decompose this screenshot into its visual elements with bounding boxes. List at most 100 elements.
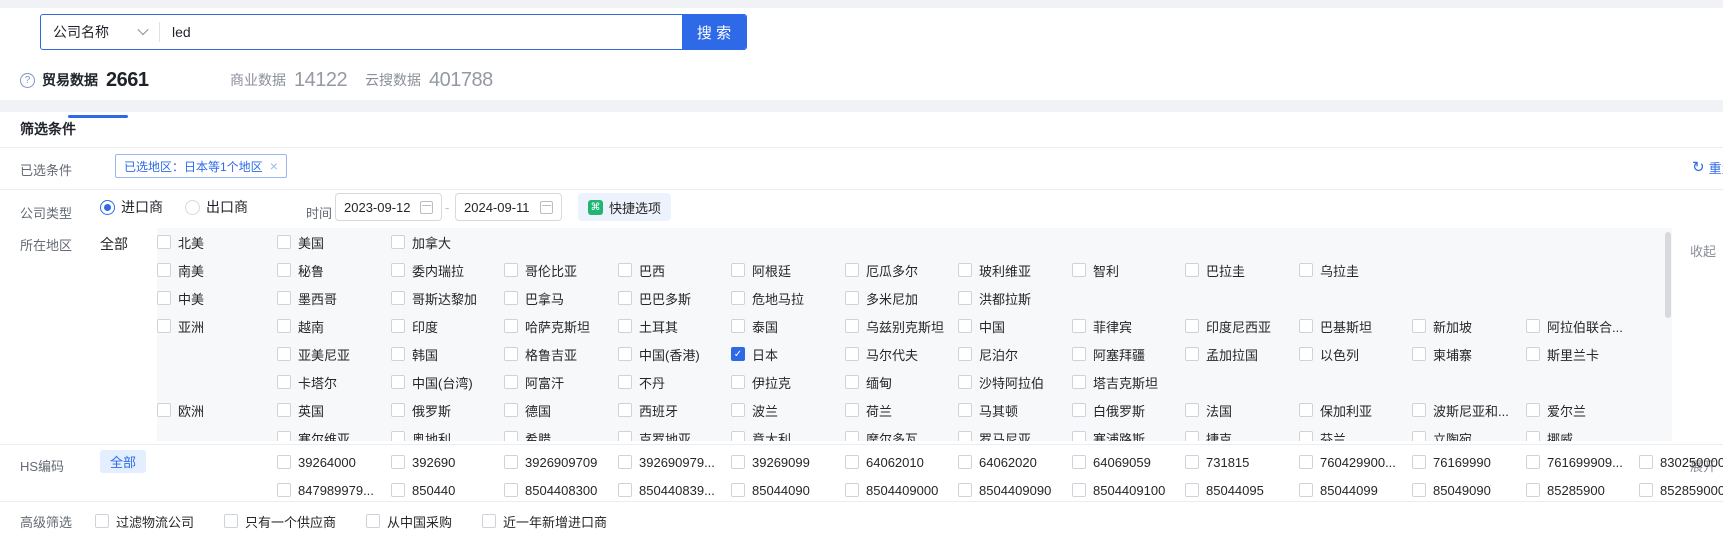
hs-code-option[interactable]: 760429900... bbox=[1299, 448, 1396, 476]
hs-code-option[interactable]: 392690 bbox=[391, 448, 455, 476]
checkbox-icon[interactable] bbox=[1185, 483, 1199, 497]
checkbox-icon[interactable] bbox=[504, 347, 518, 361]
region-option[interactable]: 阿富汗 bbox=[504, 368, 564, 396]
checkbox-icon[interactable] bbox=[391, 431, 405, 441]
region-option[interactable]: 越南 bbox=[277, 312, 324, 340]
region-option[interactable]: 亚美尼亚 bbox=[277, 340, 350, 368]
checkbox-icon[interactable] bbox=[731, 291, 745, 305]
advanced-filter-option[interactable]: 从中国采购 bbox=[366, 507, 452, 535]
region-option[interactable]: 塞浦路斯 bbox=[1072, 424, 1145, 441]
region-option[interactable]: 中国(香港) bbox=[618, 340, 700, 368]
checkbox-icon[interactable] bbox=[958, 263, 972, 277]
region-option[interactable]: 巴巴多斯 bbox=[618, 284, 691, 312]
hs-code-option[interactable]: 8504409000 bbox=[845, 476, 938, 504]
checkbox-icon[interactable] bbox=[391, 291, 405, 305]
checkbox-icon[interactable] bbox=[504, 455, 518, 469]
checkbox-icon[interactable] bbox=[1072, 375, 1086, 389]
hs-code-option[interactable]: 64062020 bbox=[958, 448, 1037, 476]
checkbox-icon[interactable] bbox=[1526, 319, 1540, 333]
checkbox-icon[interactable] bbox=[391, 375, 405, 389]
region-option[interactable]: 罗马尼亚 bbox=[958, 424, 1031, 441]
checkbox-icon[interactable] bbox=[1299, 483, 1313, 497]
region-option[interactable]: 马尔代夫 bbox=[845, 340, 918, 368]
checkbox-icon[interactable] bbox=[504, 263, 518, 277]
checkbox-icon[interactable] bbox=[504, 291, 518, 305]
region-option[interactable]: 塞尔维亚 bbox=[277, 424, 350, 441]
region-option[interactable]: 巴拿马 bbox=[504, 284, 564, 312]
checkbox-icon[interactable] bbox=[1185, 263, 1199, 277]
hs-code-option[interactable]: 392690979... bbox=[618, 448, 715, 476]
region-option[interactable]: 以色列 bbox=[1299, 340, 1359, 368]
checkbox-icon[interactable] bbox=[1526, 455, 1540, 469]
checkbox-icon[interactable] bbox=[157, 235, 171, 249]
region-option[interactable]: 奥地利 bbox=[391, 424, 451, 441]
hs-code-option[interactable]: 731815 bbox=[1185, 448, 1249, 476]
checkbox-icon[interactable] bbox=[504, 375, 518, 389]
checkbox-icon[interactable] bbox=[618, 375, 632, 389]
region-option[interactable]: 伊拉克 bbox=[731, 368, 791, 396]
checkbox-icon[interactable] bbox=[157, 263, 171, 277]
checkbox-icon[interactable] bbox=[391, 319, 405, 333]
region-option[interactable]: 危地马拉 bbox=[731, 284, 804, 312]
checkbox-icon[interactable] bbox=[1072, 483, 1086, 497]
checkbox-icon[interactable] bbox=[618, 483, 632, 497]
checkbox-icon[interactable] bbox=[1185, 403, 1199, 417]
region-option[interactable]: 多米尼加 bbox=[845, 284, 918, 312]
region-option[interactable]: 土耳其 bbox=[618, 312, 678, 340]
hs-code-option[interactable]: 76169990 bbox=[1412, 448, 1491, 476]
tab-trade-data[interactable]: ?贸易数据2661 bbox=[20, 60, 149, 100]
checkbox-icon[interactable] bbox=[391, 235, 405, 249]
checkbox-icon[interactable] bbox=[845, 291, 859, 305]
start-date-picker[interactable]: 2023-09-12 bbox=[335, 193, 442, 221]
hs-code-option[interactable]: 85049090 bbox=[1412, 476, 1491, 504]
checkbox-icon[interactable] bbox=[618, 347, 632, 361]
hs-code-option[interactable]: 8528590000 bbox=[1639, 476, 1723, 504]
checkbox-icon[interactable] bbox=[277, 403, 291, 417]
collapse-link[interactable]: 收起 bbox=[1690, 241, 1716, 260]
search-button[interactable]: 搜 索 bbox=[682, 15, 746, 49]
checkbox-icon[interactable] bbox=[731, 375, 745, 389]
checkbox-icon[interactable] bbox=[1072, 347, 1086, 361]
reset-conditions-button[interactable]: ↻ 重置 bbox=[1692, 158, 1723, 177]
region-option[interactable]: 柬埔寨 bbox=[1412, 340, 1472, 368]
checkbox-icon[interactable] bbox=[1526, 431, 1540, 441]
region-option[interactable]: 印度尼西亚 bbox=[1185, 312, 1271, 340]
hs-code-option[interactable]: 8504408300 bbox=[504, 476, 597, 504]
checkbox-icon[interactable] bbox=[1299, 319, 1313, 333]
checkbox-icon[interactable] bbox=[845, 263, 859, 277]
checkbox-icon[interactable] bbox=[504, 483, 518, 497]
hs-code-option[interactable]: 847989979... bbox=[277, 476, 374, 504]
checkbox-icon[interactable] bbox=[1072, 319, 1086, 333]
hs-code-option[interactable]: 64069059 bbox=[1072, 448, 1151, 476]
region-option[interactable]: 爱尔兰 bbox=[1526, 396, 1586, 424]
region-option[interactable]: 巴基斯坦 bbox=[1299, 312, 1372, 340]
advanced-filter-option[interactable]: 近一年新增进口商 bbox=[482, 507, 607, 535]
checkbox-icon[interactable] bbox=[391, 263, 405, 277]
checkbox-icon[interactable] bbox=[1412, 347, 1426, 361]
hs-code-option[interactable]: 761699909... bbox=[1526, 448, 1623, 476]
region-option[interactable]: 斯里兰卡 bbox=[1526, 340, 1599, 368]
checkbox-icon[interactable] bbox=[1072, 263, 1086, 277]
region-option[interactable]: 西班牙 bbox=[618, 396, 678, 424]
checkbox-checked-icon[interactable]: ✓ bbox=[731, 347, 745, 361]
hs-code-option[interactable]: 85044099 bbox=[1299, 476, 1378, 504]
region-option[interactable]: 阿拉伯联合... bbox=[1526, 312, 1623, 340]
checkbox-icon[interactable] bbox=[845, 483, 859, 497]
checkbox-icon[interactable] bbox=[618, 319, 632, 333]
region-option[interactable]: 中国 bbox=[958, 312, 1005, 340]
region-option[interactable]: 卡塔尔 bbox=[277, 368, 337, 396]
checkbox-icon[interactable] bbox=[1639, 483, 1653, 497]
checkbox-icon[interactable] bbox=[277, 291, 291, 305]
region-option[interactable]: 格鲁吉亚 bbox=[504, 340, 577, 368]
checkbox-icon[interactable] bbox=[277, 455, 291, 469]
search-input[interactable] bbox=[160, 15, 682, 49]
hs-code-option[interactable]: 39264000 bbox=[277, 448, 356, 476]
hs-code-option[interactable]: 85044090 bbox=[731, 476, 810, 504]
tag-close-icon[interactable]: × bbox=[270, 159, 278, 173]
checkbox-icon[interactable] bbox=[391, 455, 405, 469]
region-option[interactable]: 巴拉圭 bbox=[1185, 256, 1245, 284]
region-option[interactable]: 希腊 bbox=[504, 424, 551, 441]
checkbox-icon[interactable] bbox=[277, 347, 291, 361]
checkbox-icon[interactable] bbox=[391, 347, 405, 361]
checkbox-icon[interactable] bbox=[1185, 431, 1199, 441]
